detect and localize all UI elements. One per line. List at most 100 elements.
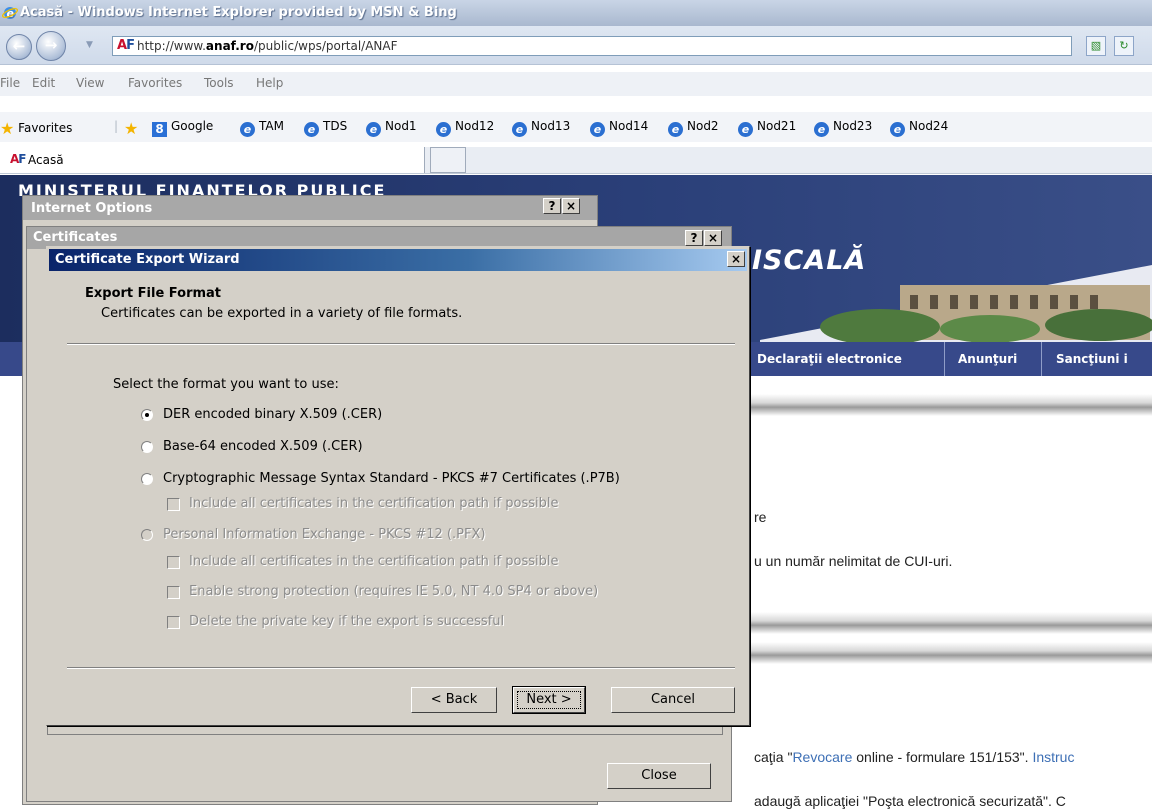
menu-tools[interactable]: Tools — [204, 76, 234, 90]
ie-page-icon: e — [304, 122, 319, 137]
certificates-close-button[interactable]: Close — [607, 763, 711, 789]
wizard-subheading: Certificates can be exported in a variet… — [101, 306, 463, 321]
favorite-label: Nod14 — [609, 119, 649, 133]
help-button[interactable]: ? — [685, 230, 703, 246]
close-button[interactable]: × — [704, 230, 722, 246]
radio-pfx — [141, 529, 153, 541]
page-text-line: re — [754, 509, 767, 525]
nav-separator — [944, 342, 945, 376]
favorites-button[interactable]: ★ Favorites — [0, 119, 72, 138]
favorite-nod23[interactable]: e Nod23 — [814, 119, 872, 137]
compatibility-view-icon[interactable]: ▧ — [1086, 36, 1106, 56]
option-der-label[interactable]: DER encoded binary X.509 (.CER) — [163, 407, 382, 422]
ie-page-icon: e — [890, 122, 905, 137]
checkbox-pfx-include-path — [167, 556, 180, 569]
nav-anunturi[interactable]: Anunţuri — [958, 352, 1017, 366]
favorite-nod24[interactable]: e Nod24 — [890, 119, 948, 137]
wizard-heading: Export File Format — [85, 286, 222, 301]
option-pkcs7-label[interactable]: Cryptographic Message Syntax Standard - … — [163, 471, 620, 486]
back-button[interactable]: < Back — [411, 687, 497, 713]
add-favorite-icon: ★ — [124, 119, 139, 138]
anaf-favicon: AF — [10, 152, 27, 166]
address-toolbar: ← → ▼ AF http://www.anaf.ro/public/wps/p… — [0, 26, 1152, 65]
option-base64-label[interactable]: Base-64 encoded X.509 (.CER) — [163, 439, 363, 454]
anaf-favicon: AF — [117, 38, 135, 53]
menu-edit[interactable]: Edit — [32, 76, 55, 90]
nav-sanctiuni[interactable]: Sancţiuni i — [1056, 352, 1128, 366]
favorite-nod14[interactable]: e Nod14 — [590, 119, 648, 137]
menu-view[interactable]: View — [76, 76, 104, 90]
google-icon: 8 — [152, 122, 167, 137]
building-photo — [760, 265, 1152, 342]
favorite-tds[interactable]: e TDS — [304, 119, 347, 137]
url-domain: anaf.ro — [205, 39, 254, 53]
menu-favorites[interactable]: Favorites — [128, 76, 182, 90]
radio-der[interactable] — [141, 409, 153, 421]
favorite-nod21[interactable]: e Nod21 — [738, 119, 796, 137]
instructiuni-link[interactable]: Instruc — [1032, 749, 1074, 765]
close-button[interactable]: × — [727, 251, 745, 267]
favorite-nod2[interactable]: e Nod2 — [668, 119, 719, 137]
separator: | — [114, 119, 119, 133]
ie-page-icon: e — [814, 122, 829, 137]
tab-acasa[interactable]: AF Acasă — [0, 147, 425, 173]
recent-pages-dropdown-icon[interactable]: ▼ — [86, 40, 93, 50]
pkcs7-include-path-label: Include all certificates in the certific… — [189, 496, 559, 511]
certificate-export-wizard: Certificate Export Wizard × Export File … — [46, 246, 750, 726]
window-title-bar[interactable]: e Acasă - Windows Internet Explorer prov… — [0, 0, 1152, 26]
new-tab-button[interactable] — [430, 147, 466, 173]
favorites-bar: ★ Favorites | ★ 8 Google e TAM e TDS e Nod1 … — [0, 112, 1152, 142]
format-prompt: Select the format you want to use: — [113, 377, 339, 392]
add-to-favorites-bar-button[interactable]: ★ — [124, 119, 138, 138]
tab-label: Acasă — [28, 153, 64, 167]
nav-declaratii-electronice[interactable]: Declaraţii electronice — [757, 352, 902, 366]
ie-page-icon: e — [366, 122, 381, 137]
favorite-label: Nod2 — [687, 119, 719, 133]
checkbox-pkcs7-include-path — [167, 498, 180, 511]
back-button[interactable]: ← — [6, 34, 32, 60]
revocare-link[interactable]: Revocare — [792, 749, 852, 765]
refresh-icon[interactable]: ↻ — [1114, 36, 1134, 56]
help-button[interactable]: ? — [543, 198, 561, 214]
address-url: http://www.anaf.ro/public/wps/portal/ANA… — [137, 39, 398, 53]
favorite-label: Nod1 — [385, 119, 417, 133]
close-button[interactable]: × — [562, 198, 580, 214]
page-text: online - formulare 151/153". — [852, 749, 1033, 765]
menu-bar: File Edit View Favorites Tools Help — [0, 72, 1152, 96]
footer-separator — [67, 667, 735, 669]
pfx-include-path-label: Include all certificates in the certific… — [189, 554, 559, 569]
radio-base64[interactable] — [141, 441, 153, 453]
page-text-line: u un număr nelimitat de CUI-uri. — [754, 553, 953, 569]
favorite-google[interactable]: 8 Google — [152, 119, 213, 137]
delete-private-key-label: Delete the private key if the export is … — [189, 614, 505, 629]
favorite-label: Nod24 — [909, 119, 949, 133]
menu-help[interactable]: Help — [256, 76, 283, 90]
favorite-nod12[interactable]: e Nod12 — [436, 119, 494, 137]
cancel-button[interactable]: Cancel — [611, 687, 735, 713]
tab-bar: AF Acasă — [0, 147, 1152, 174]
favorite-label: Nod12 — [455, 119, 495, 133]
favorite-label: Nod13 — [531, 119, 571, 133]
checkbox-delete-private-key — [167, 616, 180, 629]
page-text-line: adaugă aplicaţiei "Poşta electronică sec… — [754, 793, 1066, 809]
content-divider — [748, 612, 1152, 634]
address-input[interactable]: AF http://www.anaf.ro/public/wps/portal/… — [112, 36, 1072, 56]
wizard-header: Export File Format Certificates can be e… — [49, 273, 747, 343]
next-button[interactable]: Next > — [512, 686, 586, 714]
nav-separator — [1041, 342, 1042, 376]
favorite-nod13[interactable]: e Nod13 — [512, 119, 570, 137]
dialog-title: Internet Options — [31, 201, 153, 216]
favorite-tam[interactable]: e TAM — [240, 119, 284, 137]
internet-options-title-bar[interactable]: Internet Options ? × — [23, 196, 597, 220]
option-pfx-label: Personal Information Exchange - PKCS #12… — [163, 527, 486, 542]
favorite-nod1[interactable]: e Nod1 — [366, 119, 417, 137]
arrow-left-icon: ← — [12, 37, 26, 55]
ie-page-icon: e — [668, 122, 683, 137]
page-text-line: caţia "Revocare online - formulare 151/1… — [754, 749, 1074, 765]
ie-page-icon: e — [738, 122, 753, 137]
wizard-title-bar[interactable]: Certificate Export Wizard × — [49, 249, 747, 271]
favorite-label: TAM — [259, 119, 284, 133]
radio-pkcs7[interactable] — [141, 473, 153, 485]
forward-button[interactable]: → — [36, 31, 66, 61]
menu-file[interactable]: File — [0, 76, 20, 90]
